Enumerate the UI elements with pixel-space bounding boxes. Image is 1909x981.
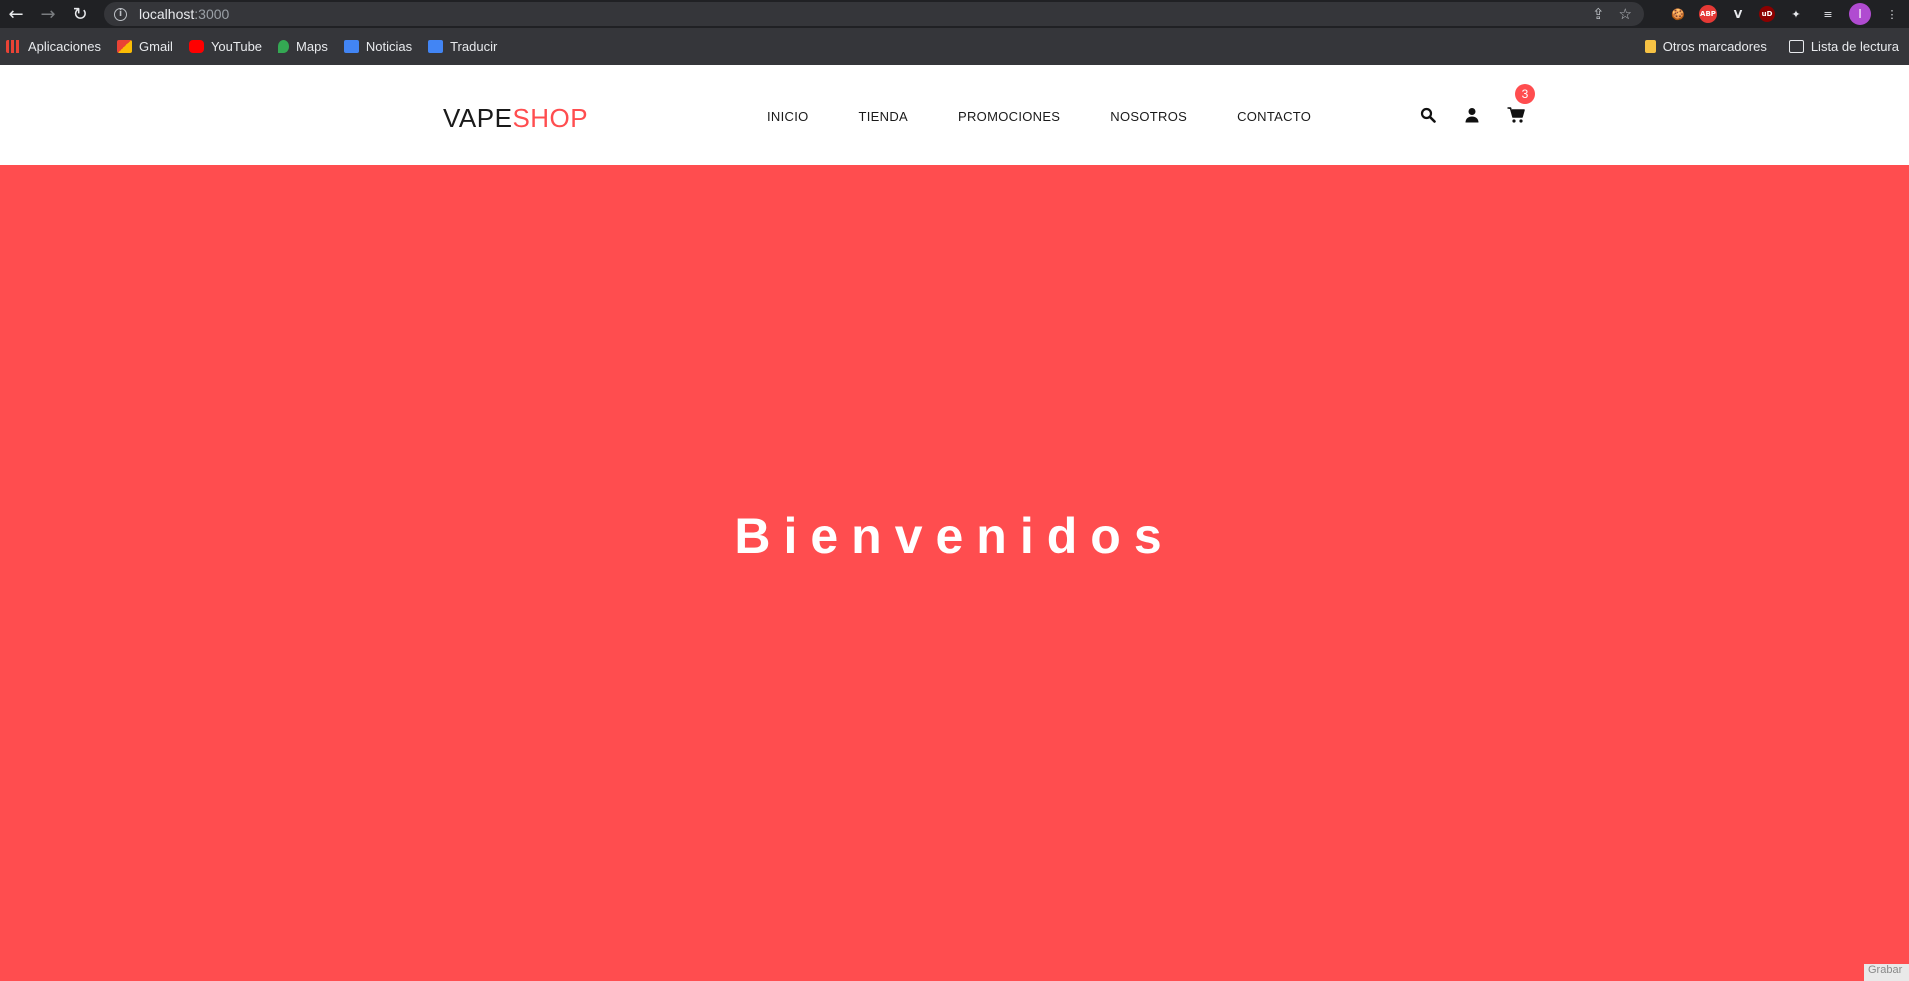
bookmark-other[interactable]: Otros marcadores <box>1644 39 1767 54</box>
ublock-icon[interactable]: uD <box>1759 6 1775 22</box>
site-logo[interactable]: VAPESHOP <box>443 103 588 134</box>
nav-tienda[interactable]: TIENDA <box>859 109 908 124</box>
site-header: VAPESHOP INICIO TIENDA PROMOCIONES NOSOT… <box>0 65 1909 165</box>
youtube-icon <box>188 40 204 53</box>
user-icon[interactable] <box>1462 105 1482 125</box>
bookmark-maps[interactable]: Maps <box>278 39 328 54</box>
reading-list-icon <box>1788 40 1804 53</box>
forward-icon[interactable]: → <box>36 2 60 26</box>
hero-title: Bienvenidos <box>734 508 1175 564</box>
adblock-plus-icon[interactable]: ABP <box>1699 5 1717 23</box>
back-icon[interactable]: ← <box>4 2 28 26</box>
menu-kebab-icon[interactable]: ⋮ <box>1881 3 1903 25</box>
reload-icon[interactable]: ↻ <box>68 2 92 26</box>
bookmark-star-icon[interactable]: ☆ <box>1619 5 1632 23</box>
address-bar[interactable]: i localhost:3000 ⇪ ☆ <box>104 2 1644 26</box>
folder-icon <box>1644 40 1656 53</box>
share-icon[interactable]: ⇪ <box>1592 5 1605 23</box>
media-control-icon[interactable]: ≡ <box>1817 3 1839 25</box>
bookmark-traducir[interactable]: Traducir <box>428 39 497 54</box>
bookmark-noticias[interactable]: Noticias <box>343 39 412 54</box>
gmail-icon <box>117 40 132 53</box>
cookie-extension-icon[interactable]: 🍪 <box>1667 3 1689 25</box>
site-info-icon[interactable]: i <box>114 7 127 21</box>
browser-toolbar: ← → ↻ i localhost:3000 ⇪ ☆ 🍪 ABP V uD ✦ … <box>0 0 1909 28</box>
url-text[interactable]: localhost:3000 <box>139 6 229 22</box>
nav-contacto[interactable]: CONTACTO <box>1237 109 1311 124</box>
main-nav: INICIO TIENDA PROMOCIONES NOSOTROS CONTA… <box>767 109 1311 124</box>
profile-avatar[interactable]: I <box>1849 3 1871 25</box>
news-icon <box>343 40 359 53</box>
cart-count-badge: 3 <box>1515 84 1535 104</box>
nav-nosotros[interactable]: NOSOTROS <box>1110 109 1187 124</box>
nav-inicio[interactable]: INICIO <box>767 109 809 124</box>
search-icon[interactable] <box>1418 105 1438 125</box>
vue-devtools-icon[interactable]: V <box>1727 3 1749 25</box>
bookmarks-bar: Aplicaciones Gmail YouTube Maps Noticias… <box>0 28 1909 65</box>
cart-icon[interactable]: 3 <box>1506 84 1535 125</box>
extensions-puzzle-icon[interactable]: ✦ <box>1785 3 1807 25</box>
maps-pin-icon <box>278 40 290 53</box>
record-button[interactable]: Grabar <box>1864 964 1909 981</box>
apps-grid-icon <box>6 40 21 53</box>
nav-promociones[interactable]: PROMOCIONES <box>958 109 1060 124</box>
reading-list[interactable]: Lista de lectura <box>1788 39 1899 54</box>
bookmark-gmail[interactable]: Gmail <box>117 39 173 54</box>
translate-icon <box>428 40 444 53</box>
bookmark-youtube[interactable]: YouTube <box>188 39 262 54</box>
bookmark-apps[interactable]: Aplicaciones <box>6 39 101 54</box>
hero-section: Bienvenidos Grabar <box>0 165 1909 981</box>
